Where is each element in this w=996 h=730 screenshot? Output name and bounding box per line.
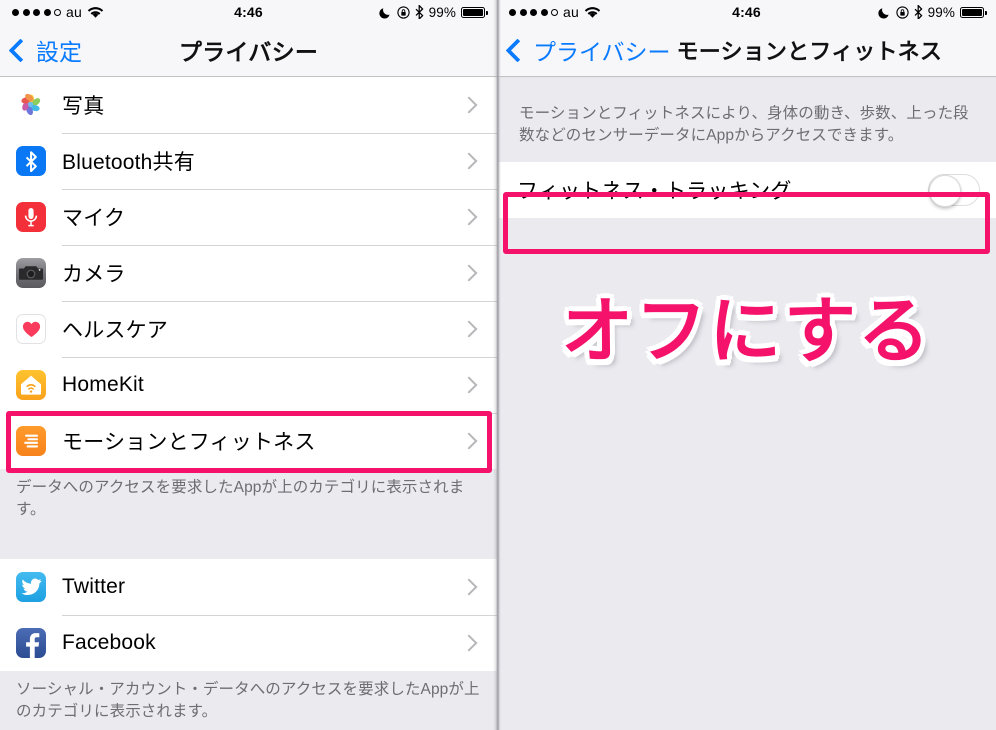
privacy-list: 写真 Bluetooth共有 マイク カメラ ヘルスケア HomeKit モーシ… (0, 77, 497, 469)
bluetooth-icon (16, 146, 46, 176)
list-item-bluetooth-sharing[interactable]: Bluetooth共有 (0, 133, 497, 189)
homekit-icon (16, 370, 46, 400)
fitness-tracking-label: フィットネス・トラッキング (517, 179, 792, 203)
chevron-right-icon (460, 432, 478, 450)
right-phone-screen: au 4:46 99% プライバシー モーションとフィットネス モーションとフィ… (497, 0, 996, 730)
list-item-label: HomeKit (62, 373, 144, 396)
chevron-right-icon (460, 634, 478, 652)
chevron-right-icon (460, 376, 478, 394)
list-item-label: Facebook (62, 631, 156, 654)
list-item-homekit[interactable]: HomeKit (0, 357, 497, 413)
list-item-microphone[interactable]: マイク (0, 189, 497, 245)
battery-icon (461, 6, 488, 18)
dual-screenshot-container: au 4:46 99% 設定 プライバシー 写真 Bluetooth共有 マイク… (0, 0, 996, 730)
back-button-privacy[interactable]: プライバシー (497, 33, 671, 67)
list-item-label: Twitter (62, 575, 126, 598)
list-item-label: カメラ (62, 263, 126, 286)
list-item-twitter[interactable]: Twitter (0, 559, 497, 615)
list-item-label: 写真 (62, 95, 105, 118)
chevron-right-icon (460, 152, 478, 170)
list-item-label: モーションとフィットネス (62, 431, 316, 454)
list-item-label: ヘルスケア (62, 319, 168, 342)
list-item-label: Bluetooth共有 (62, 151, 195, 174)
clock-label: 4:46 (234, 4, 263, 20)
back-button-label: プライバシー (533, 39, 671, 65)
section-spacer (0, 535, 497, 559)
back-button-label: 設定 (36, 39, 82, 65)
clock-label: 4:46 (732, 4, 761, 20)
battery-icon (960, 6, 987, 18)
fitness-tracking-row[interactable]: フィットネス・トラッキング (497, 161, 996, 218)
chevron-left-icon (8, 37, 33, 63)
status-bar-left: au 4:46 99% (0, 0, 497, 24)
chevron-right-icon (460, 96, 478, 114)
motion-fitness-icon (16, 426, 46, 456)
camera-icon (16, 258, 46, 288)
nav-bar-left: 設定 プライバシー (0, 24, 497, 77)
privacy-footnote-2: ソーシャル・アカウント・データへのアクセスを要求したAppが上のカテゴリに表示さ… (16, 681, 480, 720)
list-item-label: マイク (62, 207, 126, 230)
motion-fitness-description: モーションとフィットネスにより、身体の動き、歩数、上った段数などのセンサーデータ… (519, 105, 969, 145)
health-icon (16, 314, 46, 344)
photos-icon (16, 90, 46, 120)
list-item-health[interactable]: ヘルスケア (0, 301, 497, 357)
chevron-right-icon (460, 320, 478, 338)
list-item-photos[interactable]: 写真 (0, 77, 497, 133)
nav-bar-right: プライバシー モーションとフィットネス (497, 24, 996, 77)
list-item-camera[interactable]: カメラ (0, 245, 497, 301)
chevron-right-icon (460, 578, 478, 596)
privacy-footnote-1: データへのアクセスを要求したAppが上のカテゴリに表示されます。 (16, 479, 465, 518)
left-phone-screen: au 4:46 99% 設定 プライバシー 写真 Bluetooth共有 マイク… (0, 0, 497, 730)
status-bar-right: au 4:46 99% (497, 0, 996, 24)
twitter-icon (16, 572, 46, 602)
list-item-motion-fitness[interactable]: モーションとフィットネス (0, 413, 497, 469)
page-title-motion-fitness: モーションとフィットネス (676, 39, 943, 64)
chevron-right-icon (460, 208, 478, 226)
list-item-facebook[interactable]: Facebook (0, 615, 497, 671)
chevron-right-icon (460, 264, 478, 282)
back-button-settings[interactable]: 設定 (0, 33, 82, 67)
fitness-tracking-toggle[interactable] (928, 173, 980, 207)
microphone-icon (16, 202, 46, 232)
toggle-knob (929, 174, 961, 207)
facebook-icon (16, 628, 46, 658)
annotation-turn-off: オフにする (561, 289, 932, 373)
social-list: Twitter Facebook (0, 559, 497, 671)
chevron-left-icon (505, 37, 530, 63)
